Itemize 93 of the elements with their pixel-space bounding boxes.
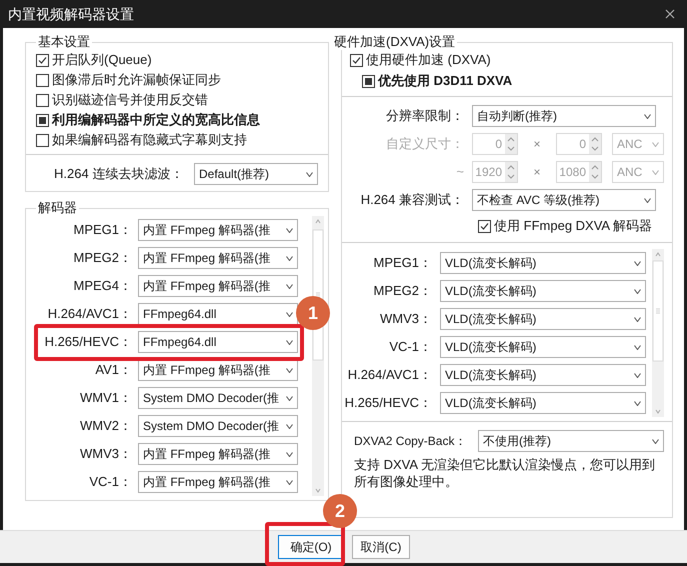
- times-sign: ×: [532, 164, 542, 181]
- step-badge: 2: [323, 494, 357, 528]
- dropdown[interactable]: VLD(流变长解码): [440, 336, 646, 358]
- field-label: WMV3：: [79, 445, 132, 464]
- checkbox[interactable]: [36, 74, 49, 86]
- caret-icon: [306, 172, 313, 176]
- help-text: 支持 DXVA 无渲染但它比默认渲染慢点，您可以用到所有图像处理中。: [353, 456, 656, 490]
- dropdown[interactable]: 内置 FFmpeg 解码器(推: [138, 219, 298, 241]
- dropdown[interactable]: 自动判断(推荐): [472, 105, 656, 127]
- dropdown[interactable]: VLD(流变长解码): [440, 364, 646, 386]
- field-label: DXVA2 Copy-Back：: [354, 433, 468, 450]
- field-label: H.265/HEVC：: [44, 333, 132, 352]
- caret-icon: [634, 372, 641, 378]
- caret-icon: [286, 396, 293, 400]
- field-label: 分辨率限制：: [385, 107, 464, 126]
- caret-icon: [286, 312, 293, 316]
- dropdown[interactable]: VLD(流变长解码): [440, 392, 646, 414]
- caret-icon: [652, 170, 659, 174]
- field-label: H.264/AVC1：: [46, 305, 132, 324]
- checkbox[interactable]: [36, 94, 49, 106]
- dialog-button[interactable]: 确定(O): [278, 535, 344, 559]
- field-label: VC-1：: [388, 338, 432, 356]
- checkbox[interactable]: [478, 220, 492, 232]
- checkbox[interactable]: [36, 114, 49, 126]
- caret-icon: [652, 438, 659, 444]
- field-label: WMV1：: [79, 389, 132, 408]
- dropdown[interactable]: System DMO Decoder(推: [138, 415, 298, 437]
- dropdown[interactable]: System DMO Decoder(推: [138, 387, 298, 409]
- field-label: H.264 连续去块滤波：: [54, 165, 184, 184]
- times-sign: ×: [532, 136, 542, 153]
- dropdown[interactable]: VLD(流变长解码): [440, 280, 646, 302]
- dropdown[interactable]: 内置 FFmpeg 解码器(推: [138, 443, 298, 465]
- caret-icon: [286, 284, 293, 288]
- caret-icon: [634, 316, 641, 322]
- group-title: 基本设置: [37, 34, 91, 50]
- field-label: MPEG4：: [72, 277, 132, 296]
- window-title: 内置视频解码器设置: [8, 4, 134, 24]
- caret-icon: [286, 424, 293, 428]
- field-label: WMV3：: [379, 310, 432, 328]
- checkbox[interactable]: [36, 54, 49, 66]
- close-icon[interactable]: [665, 9, 675, 19]
- dropdown[interactable]: 内置 FFmpeg 解码器(推: [138, 275, 298, 297]
- dropdown[interactable]: FFmpeg64.dll: [138, 303, 298, 325]
- group-title: 硬件加速(DXVA)设置: [333, 34, 456, 50]
- dropdown[interactable]: VLD(流变长解码): [440, 308, 646, 330]
- checkbox-label: 如果编解码器有隐藏式字幕则支持: [52, 131, 247, 150]
- caret-icon: [644, 114, 651, 118]
- caret-icon: [286, 228, 293, 232]
- checkbox-label: 优先使用 D3D11 DXVA: [378, 72, 512, 90]
- field-label: VC-1：: [88, 473, 132, 492]
- caret-icon: [634, 344, 641, 350]
- dropdown[interactable]: VLD(流变长解码): [440, 252, 646, 274]
- caret-icon: [634, 288, 641, 294]
- step-badge: 1: [296, 296, 330, 330]
- field-label: MPEG2：: [372, 282, 432, 300]
- field-label: WMV2：: [79, 417, 132, 436]
- caret-icon: [286, 368, 293, 372]
- checkbox-label: 使用硬件加速 (DXVA): [366, 51, 491, 70]
- checkbox-label: 开启队列(Queue): [52, 51, 152, 70]
- checkbox[interactable]: [350, 54, 363, 66]
- caret-icon: [634, 400, 641, 406]
- dropdown[interactable]: 不检查 AVC 等级(推荐): [472, 189, 656, 211]
- field-label: 自定义尺寸：: [385, 135, 464, 154]
- field-label: ~: [455, 163, 464, 182]
- field-label: MPEG1：: [72, 221, 132, 240]
- checkbox-label: 使用 FFmpeg DXVA 解码器: [494, 217, 652, 236]
- field-label: H.264 兼容测试：: [360, 191, 464, 210]
- dialog-button[interactable]: 取消(C): [352, 535, 410, 559]
- field-label: AV1：: [94, 361, 132, 380]
- checkbox[interactable]: [36, 134, 49, 146]
- dropdown[interactable]: 内置 FFmpeg 解码器(推: [138, 471, 298, 493]
- checkbox[interactable]: [362, 74, 375, 88]
- group-title: 解码器: [37, 200, 78, 216]
- caret-icon: [644, 198, 651, 202]
- checkbox-label: 利用编解码器中所定义的宽高比信息: [52, 111, 260, 130]
- field-label: H.264/AVC1：: [346, 366, 432, 384]
- caret-icon: [286, 452, 293, 456]
- dropdown[interactable]: Default(推荐): [194, 163, 318, 185]
- caret-icon: [286, 480, 293, 484]
- dropdown[interactable]: FFmpeg64.dll: [138, 331, 298, 353]
- scrollbar[interactable]: [652, 249, 664, 417]
- checkbox-label: 图像滞后时允许漏帧保证同步: [52, 71, 221, 90]
- dropdown[interactable]: 内置 FFmpeg 解码器(推: [138, 247, 298, 269]
- field-label: MPEG2：: [72, 249, 132, 268]
- dropdown[interactable]: 不使用(推荐): [478, 430, 664, 452]
- caret-icon: [286, 340, 293, 344]
- caret-icon: [652, 142, 659, 146]
- dropdown[interactable]: 内置 FFmpeg 解码器(推: [138, 359, 298, 381]
- field-label: H.265/HEVC：: [344, 394, 432, 412]
- field-label: MPEG1：: [372, 254, 432, 272]
- caret-icon: [634, 260, 641, 266]
- checkbox-label: 识别磁迹信号并使用反交错: [52, 91, 208, 110]
- caret-icon: [286, 256, 293, 260]
